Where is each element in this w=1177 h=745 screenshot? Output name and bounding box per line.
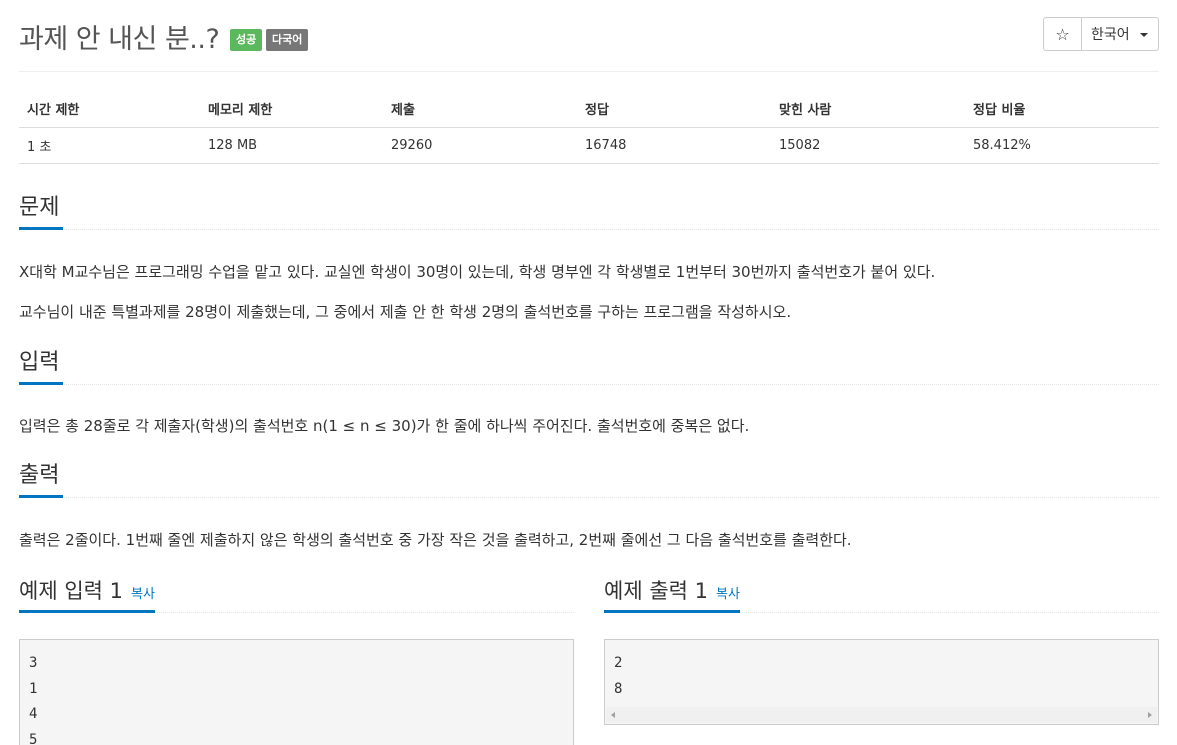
sample-output-box[interactable]: 2 8 <box>604 639 1159 725</box>
problem-paragraph-1: X대학 M교수님은 프로그래밍 수업을 맡고 있다. 교실엔 학생이 30명이 … <box>19 263 936 281</box>
value-submissions[interactable]: 29260 <box>383 127 577 164</box>
header-solved-users: 맞힌 사람 <box>771 90 965 128</box>
input-section-heading: 입력 <box>19 348 1159 385</box>
copy-sample-input-button[interactable]: 복사 <box>131 587 155 602</box>
copy-sample-output-button[interactable]: 복사 <box>716 587 740 602</box>
value-accepted[interactable]: 16748 <box>577 127 771 164</box>
multilang-badge[interactable]: 다국어 <box>266 29 309 51</box>
input-heading: 입력 <box>19 348 64 385</box>
horizontal-scrollbar[interactable] <box>606 707 1157 723</box>
scroll-left-arrow-icon[interactable] <box>611 712 615 718</box>
problem-heading: 문제 <box>19 193 64 230</box>
header-button-group: ☆ 한국어 <box>1043 17 1159 51</box>
header-time-limit: 시간 제한 <box>19 90 200 128</box>
sample-input-line: 5 <box>29 731 38 745</box>
scroll-right-arrow-icon[interactable] <box>1148 712 1152 718</box>
status-badge-success: 성공 <box>230 29 263 51</box>
value-time-limit: 1 초 <box>19 127 200 164</box>
sample-input-line: 4 <box>29 706 38 722</box>
star-icon: ☆ <box>1055 24 1070 44</box>
problem-paragraph-2: 교수님이 내준 특별과제를 28명이 제출했는데, 그 중에서 제출 안 한 학… <box>19 303 792 321</box>
info-table-header-row: 시간 제한 메모리 제한 제출 정답 맞힌 사람 정답 비율 <box>19 90 1159 128</box>
problem-info-table: 시간 제한 메모리 제한 제출 정답 맞힌 사람 정답 비율 1 초 128 M… <box>19 90 1159 164</box>
value-memory-limit: 128 MB <box>200 127 383 164</box>
input-description: 입력은 총 28줄로 각 제출자(학생)의 출석번호 n(1 ≤ n ≤ 30)… <box>19 417 750 435</box>
sample-output-section-heading: 예제 출력 1 복사 <box>604 576 1159 613</box>
sample-input-line: 1 <box>29 680 38 697</box>
sample-output-title: 예제 출력 1 <box>604 579 708 603</box>
header-memory-limit: 메모리 제한 <box>200 90 383 128</box>
language-dropdown-label: 한국어 <box>1091 27 1130 43</box>
sample-output-line: 2 <box>614 655 623 671</box>
caret-down-icon <box>1140 33 1148 37</box>
header-accepted: 정답 <box>577 90 771 128</box>
header-accept-ratio: 정답 비율 <box>965 90 1159 128</box>
sample-input-title: 예제 입력 1 <box>19 579 123 603</box>
value-solved-users[interactable]: 15082 <box>771 127 965 164</box>
output-section-heading: 출력 <box>19 461 1159 498</box>
sample-input-box[interactable]: 3 1 4 5 <box>19 639 574 745</box>
problem-section-heading: 문제 <box>19 193 1159 230</box>
sample-output-heading: 예제 출력 1 복사 <box>604 576 740 613</box>
value-accept-ratio: 58.412% <box>965 127 1159 164</box>
header-submissions: 제출 <box>383 90 577 128</box>
sample-output-line: 8 <box>614 680 623 697</box>
problem-title: 과제 안 내신 분..? <box>19 24 220 55</box>
sample-input-heading: 예제 입력 1 복사 <box>19 576 155 613</box>
sample-input-section-heading: 예제 입력 1 복사 <box>19 576 574 613</box>
problem-header: 과제 안 내신 분..? 성공 다국어 ☆ 한국어 <box>19 15 1159 72</box>
output-heading: 출력 <box>19 461 64 498</box>
sample-input-line: 3 <box>29 655 38 671</box>
output-description: 출력은 2줄이다. 1번째 줄엔 제출하지 않은 학생의 출석번호 중 가장 작… <box>19 531 852 549</box>
language-dropdown[interactable]: 한국어 <box>1082 18 1158 50</box>
info-table-row: 1 초 128 MB 29260 16748 15082 58.412% <box>19 127 1159 164</box>
star-button[interactable]: ☆ <box>1044 18 1082 50</box>
